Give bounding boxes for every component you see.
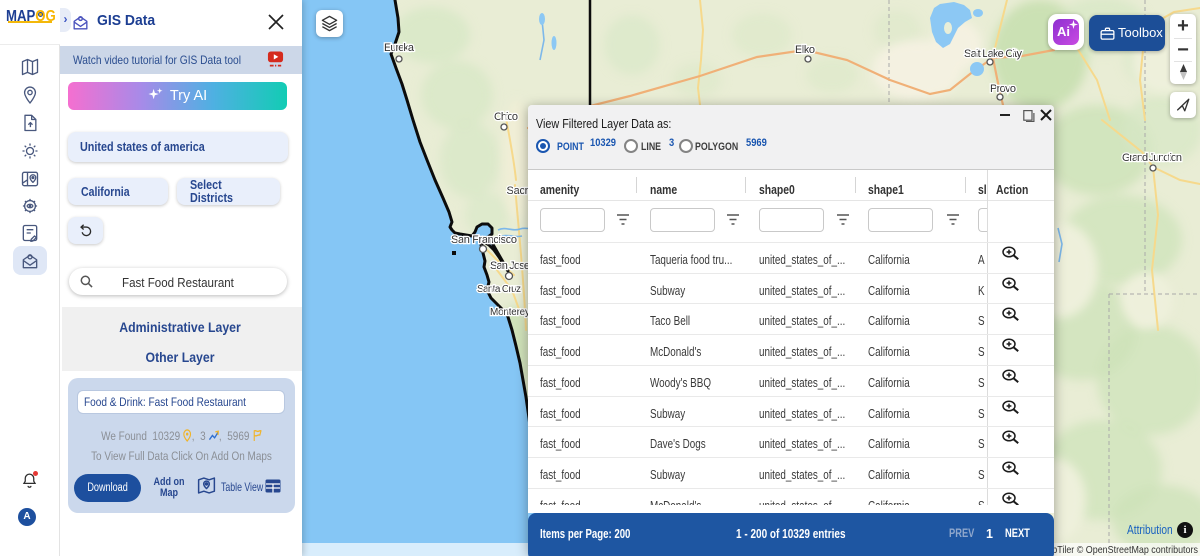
svg-text:Eureka: Eureka xyxy=(384,42,415,54)
svg-text:Chico: Chico xyxy=(494,111,518,123)
svg-text:Provo: Provo xyxy=(990,83,1016,95)
svg-text:Grand Junction: Grand Junction xyxy=(1122,152,1182,164)
svg-text:San Francisco: San Francisco xyxy=(451,234,517,246)
svg-text:Elko: Elko xyxy=(795,44,815,56)
svg-text:Santa Cruz: Santa Cruz xyxy=(477,284,521,295)
svg-text:Monterey: Monterey xyxy=(490,307,530,318)
svg-text:San Jose: San Jose xyxy=(490,260,530,272)
svg-text:Salt Lake City: Salt Lake City xyxy=(964,48,1023,60)
